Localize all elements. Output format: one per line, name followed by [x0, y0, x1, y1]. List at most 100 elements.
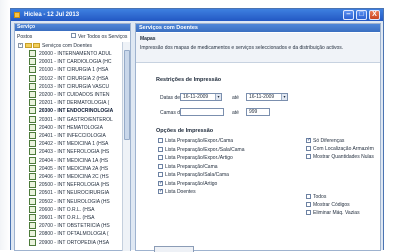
service-document-icon — [29, 74, 36, 82]
folder-icon — [25, 43, 32, 48]
tree-item[interactable]: 20405 - INT MEDICINA 2A (HS — [29, 164, 121, 173]
service-document-icon — [29, 91, 36, 98]
option-checkbox[interactable]: ✓ — [158, 180, 163, 186]
tree-root-label: Serviços com Doentes — [42, 43, 93, 49]
service-document-icon — [29, 140, 36, 148]
tree-item[interactable]: 20201 - INT DERMATOLOGIA ( — [29, 99, 121, 107]
option-label: Lista Preparação/Expor./Sala/Cama — [165, 146, 245, 153]
print-button[interactable] — [154, 246, 194, 252]
tree-item[interactable]: 20403 - INT NEFROLOGIA (HS — [29, 148, 121, 156]
calendar-dropdown-icon[interactable]: ▾ — [215, 94, 221, 100]
tree-item[interactable]: 20402 - INT MEDICINA 1 (HSA — [29, 140, 121, 148]
service-panel-header: Serviço — [15, 24, 130, 31]
maps-description: Impressão dos mapas de medicamentos e se… — [140, 45, 344, 51]
collapse-toggle-icon[interactable]: - — [18, 43, 23, 48]
option-checkbox[interactable] — [306, 194, 311, 199]
scrollbar-thumb[interactable] — [124, 50, 130, 140]
option-checkbox[interactable] — [158, 146, 163, 152]
print-restrictions-title: Restrições de Impressão — [156, 77, 222, 83]
tree-item[interactable]: 20102 - INT CIRURGIA 2 (HSA — [29, 74, 121, 83]
tree-item-label: 20402 - INT MEDICINA 1 (HSA — [39, 141, 109, 148]
beds-to-input[interactable]: 999 — [246, 108, 270, 116]
show-all-services-checkbox[interactable] — [71, 33, 76, 38]
tree-item[interactable]: 20400 - INT HEMATOLOGIA — [29, 123, 121, 132]
calendar-dropdown-icon[interactable]: ▾ — [281, 94, 287, 100]
tree-item[interactable]: 20000 - INTERNAMENTO ADUL — [29, 50, 121, 58]
tree-item-label: 20405 - INT MEDICINA 2A (HS — [39, 165, 109, 172]
tree-item-label: 20800 - INT OFTALMOLOGIA ( — [39, 231, 109, 238]
option-checkbox[interactable] — [158, 138, 163, 143]
date-to-input[interactable]: 16-11-2009 ▾ — [246, 93, 288, 101]
close-button[interactable]: X — [369, 10, 380, 20]
tree-item[interactable]: 20800 - INT OFTALMOLOGIA ( — [29, 230, 121, 238]
service-document-icon — [29, 50, 36, 57]
option-checkbox[interactable] — [306, 154, 311, 159]
tree-root-row[interactable]: - Serviços com Doentes — [18, 42, 121, 50]
tree-item[interactable]: 20001 - INT CARDIOLOGIA (HC — [29, 58, 121, 66]
app-icon — [14, 12, 20, 18]
tree-item[interactable]: 20600 - INT O.R.L. (HSA — [29, 205, 121, 214]
show-all-services-label: Ver Todos os Serviços — [78, 34, 128, 40]
tree-item-label: 20103 - INT CIRURGIA VASCU — [39, 83, 110, 90]
tree-item[interactable]: 20500 - INT NEFROLOGIA (HS — [29, 181, 121, 189]
service-tree-panel: Serviço Postos Ver Todos os Serviços - S… — [14, 23, 131, 251]
print-options-title: Opções de Impressão — [156, 128, 214, 134]
minimize-button[interactable]: ‒ — [343, 10, 354, 20]
dates-to-label: até — [232, 95, 239, 101]
option-label: Com Localização Armazém — [313, 146, 374, 152]
maximize-button[interactable]: □ — [356, 10, 367, 20]
tree-item[interactable]: 20103 - INT CIRURGIA VASCU — [29, 82, 121, 91]
option-label: Lista Preparação/Expor./Artigo — [165, 155, 233, 161]
option-label: Lista Preparação/Cama — [165, 163, 218, 170]
tree-item[interactable]: 20404 - INT MEDICINA 1A (HS — [29, 156, 121, 165]
application-window: Hiclea - 12 Jul 2013 ‒ □ X Serviço Posto… — [10, 8, 384, 252]
service-document-icon — [29, 197, 36, 205]
option-label: Todos — [313, 194, 327, 200]
service-document-icon — [29, 156, 36, 164]
tree-item-label: 20900 - INT ORTOPEDIA (HSA — [39, 239, 110, 246]
tree-item-label: 20700 - INT OBSTETRICIA (HS — [39, 223, 110, 230]
tree-item[interactable]: 20900 - INT ORTOPEDIA (HSA — [29, 238, 121, 247]
tree-item-label: 20201 - INT DERMATOLOGIA ( — [39, 100, 110, 107]
tree-item[interactable]: 20406 - INT MEDICINA 2C (HS — [29, 173, 121, 181]
option-checkbox[interactable]: ✓ — [158, 189, 163, 194]
date-from-input[interactable]: 16-11-2009 ▾ — [180, 93, 222, 101]
service-tree[interactable]: - Serviços com Doentes 20000 - INTERNAME… — [15, 42, 121, 252]
option-checkbox[interactable] — [306, 146, 311, 151]
service-document-icon — [29, 238, 36, 246]
tree-item[interactable]: 20501 - INT NEUROCIRURGIA — [29, 189, 121, 197]
service-toolbar: Postos Ver Todos os Serviços — [15, 32, 130, 40]
service-document-icon — [29, 173, 36, 180]
tree-item[interactable]: 20502 - INT NEUROLOGIA (HS — [29, 197, 121, 206]
title-bar[interactable]: Hiclea - 12 Jul 2013 ‒ □ X — [11, 9, 383, 21]
service-document-icon — [29, 148, 36, 156]
tree-item[interactable]: 20601 - INT O.R.L. (HSA — [29, 214, 121, 222]
tree-item-label: 20102 - INT CIRURGIA 2 (HSA — [39, 75, 109, 82]
option-checkbox[interactable]: ✓ — [306, 138, 311, 143]
option-checkbox[interactable] — [158, 172, 163, 177]
option-checkbox[interactable] — [158, 163, 163, 169]
service-document-icon — [29, 181, 36, 189]
tree-item[interactable]: 20100 - INT CIRURGIA 1 (HSA — [29, 66, 121, 74]
service-document-icon — [29, 205, 36, 213]
service-document-icon — [29, 58, 36, 66]
service-document-icon — [29, 164, 36, 172]
beds-from-input[interactable] — [180, 108, 224, 116]
service-document-icon — [29, 123, 36, 131]
tree-item[interactable]: 20401 - INT INFECCIOLOGIA — [29, 132, 121, 140]
beds-to-label: até — [232, 110, 239, 116]
print-options-panel: Serviços com Doentes Mapas Impressão dos… — [135, 23, 381, 252]
tree-item[interactable]: 20300 - INT ENDOCRINOLOGIA — [29, 107, 121, 115]
option-checkbox[interactable] — [306, 210, 311, 215]
tree-item[interactable]: 20301 - INT GASTRO/ENTEROL — [29, 115, 121, 124]
service-document-icon — [29, 99, 36, 107]
service-document-icon — [29, 82, 36, 90]
tree-item[interactable]: 20700 - INT OBSTETRICIA (HS — [29, 222, 121, 230]
option-checkbox[interactable] — [306, 202, 311, 207]
maps-title: Mapas — [140, 36, 156, 42]
service-document-icon — [29, 214, 36, 221]
service-document-icon — [29, 222, 36, 230]
tree-scrollbar[interactable] — [122, 42, 130, 251]
option-checkbox[interactable] — [158, 155, 163, 160]
tree-item[interactable]: 20200 - INT CUIDADOS INTEN — [29, 91, 121, 99]
